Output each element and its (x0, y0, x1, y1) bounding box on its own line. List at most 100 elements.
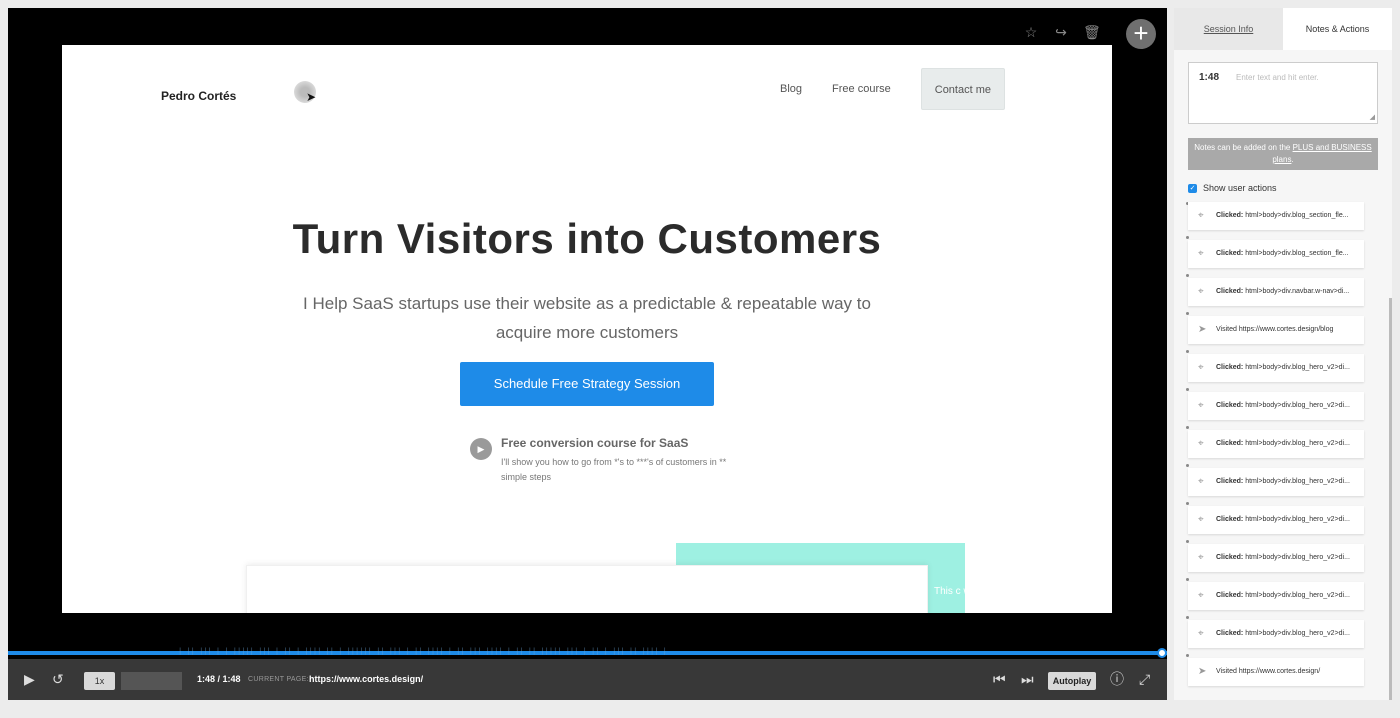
list-item[interactable]: ⌖ Clicked: html>body>div.blog_section_fle… (1188, 240, 1364, 268)
click-icon: ⌖ (1198, 514, 1204, 525)
list-item[interactable]: ⌖ Clicked: html>body>div.blog_hero_v2>di.… (1188, 620, 1364, 648)
player-controls: ▶ ↺ 1x 1:48 / 1:48 CURRENT PAGE: https:/… (8, 659, 1167, 700)
nav-blog-link[interactable]: Blog (780, 68, 802, 110)
action-text: html>body>div.blog_hero_v2>di... (1245, 592, 1350, 599)
timeline-dot (1186, 274, 1189, 277)
click-icon: ⌖ (1198, 552, 1204, 563)
list-item[interactable]: ⌖ Clicked: html>body>div.blog_hero_v2>di.… (1188, 430, 1364, 458)
timeline-dot (1186, 540, 1189, 543)
timeline-dot (1186, 312, 1189, 315)
hero-subtitle: I Help SaaS startups use their website a… (303, 294, 871, 342)
click-icon: ⌖ (1198, 628, 1204, 639)
list-item[interactable]: ⌖ Clicked: html>body>div.blog_hero_v2>di.… (1188, 354, 1364, 382)
timeline-dot (1186, 236, 1189, 239)
action-text: html>body>div.blog_hero_v2>di... (1245, 630, 1350, 637)
recorded-page-frame: Pedro Cortés ➤ Blog Free course Contact … (62, 45, 1112, 613)
play-icon[interactable]: ▶ (24, 659, 35, 700)
note-placeholder: Enter text and hit enter. (1236, 73, 1319, 82)
site-nav: Blog Free course Contact me (780, 68, 1005, 110)
action-text: html>body>div.blog_section_fle... (1245, 212, 1349, 219)
timeline-knob[interactable] (1157, 648, 1167, 658)
fullscreen-icon[interactable]: ⤢ (1139, 659, 1150, 700)
action-text: html>body>div.blog_hero_v2>di... (1245, 364, 1350, 371)
current-page-url[interactable]: https://www.cortes.design/ (309, 659, 423, 700)
site-brand[interactable]: Pedro Cortés (161, 89, 236, 103)
course-description: I'll show you how to go from *'s to ***'… (501, 457, 727, 482)
action-label: Clicked: (1216, 364, 1244, 371)
click-icon: ⌖ (1198, 248, 1204, 259)
list-item[interactable]: ⌖ Clicked: html>body>div.navbar.w-nav>di.… (1188, 278, 1364, 306)
action-text: html>body>div.blog_hero_v2>di... (1245, 554, 1350, 561)
list-item[interactable]: ⌖ Clicked: html>body>div.blog_section_fle… (1188, 202, 1364, 230)
add-icon[interactable]: + (1126, 19, 1156, 49)
nav-contact-button[interactable]: Contact me (920, 68, 1005, 110)
list-item[interactable]: ➤ Visited https://www.cortes.design/ (1188, 658, 1364, 686)
list-item[interactable]: ⌖ Clicked: html>body>div.blog_hero_v2>di.… (1188, 506, 1364, 534)
time-readout: 1:48 / 1:48 (197, 674, 241, 684)
star-icon[interactable]: ☆ (1023, 24, 1039, 40)
action-label: Clicked: (1216, 478, 1244, 485)
action-text: html>body>div.blog_hero_v2>di... (1245, 478, 1350, 485)
timeline-dot (1186, 426, 1189, 429)
trash-icon[interactable]: 🗑 (1083, 24, 1101, 40)
navigate-icon: ➤ (1198, 324, 1207, 335)
checkbox-checked-icon[interactable]: ✓ (1188, 183, 1197, 193)
show-user-actions-label: Show user actions (1203, 183, 1277, 193)
nav-free-course-link[interactable]: Free course (832, 68, 891, 110)
session-player: ☆ ↪ 🗑 + Pedro Cortés ➤ Blog Free course … (8, 8, 1167, 700)
hero-title: Turn Visitors into Customers (292, 215, 882, 262)
click-icon: ⌖ (1198, 400, 1204, 411)
previous-page-icon[interactable]: ⏮ (993, 659, 1006, 700)
action-text: html>body>div.navbar.w-nav>di... (1245, 288, 1350, 295)
rewind-10-icon[interactable]: ↺ (52, 659, 64, 700)
list-item[interactable]: ⌖ Clicked: html>body>div.blog_hero_v2>di.… (1188, 392, 1364, 420)
timeline-dot (1186, 464, 1189, 467)
share-icon[interactable]: ↪ (1053, 24, 1069, 40)
tab-notes-actions[interactable]: Notes & Actions (1283, 8, 1392, 50)
action-text: html>body>div.blog_hero_v2>di... (1245, 440, 1350, 447)
action-label: Clicked: (1216, 630, 1244, 637)
action-text: Visited https://www.cortes.design/blog (1216, 326, 1334, 333)
schedule-session-button[interactable]: Schedule Free Strategy Session (460, 362, 714, 406)
timeline-dot (1186, 350, 1189, 353)
play-circle-icon[interactable]: ▶ (470, 438, 492, 460)
current-page-label: CURRENT PAGE: (248, 676, 309, 683)
action-label: Clicked: (1216, 516, 1244, 523)
action-label: Clicked: (1216, 592, 1244, 599)
resize-grip-icon[interactable]: ◢ (1370, 113, 1375, 121)
timeline-dot (1186, 388, 1189, 391)
timeline-dot (1186, 616, 1189, 619)
skip-inactivity-toggle[interactable] (121, 672, 182, 690)
show-user-actions[interactable]: ✓ Show user actions (1188, 183, 1277, 193)
action-label: Clicked: (1216, 288, 1244, 295)
teal-block-text: This c within (934, 586, 974, 597)
user-actions-list: ⌖ Clicked: html>body>div.blog_section_fle… (1174, 198, 1392, 700)
click-icon: ⌖ (1198, 362, 1204, 373)
info-icon[interactable]: ⓘ (1110, 659, 1124, 700)
side-panel: Session Info Notes & Actions 1:48 Enter … (1174, 8, 1392, 700)
actions-scrollbar[interactable] (1389, 298, 1392, 700)
autoplay-button[interactable]: Autoplay (1048, 672, 1096, 690)
course-title: Free conversion course for SaaS (501, 436, 689, 450)
speed-button[interactable]: 1x (84, 672, 115, 690)
click-icon: ⌖ (1198, 438, 1204, 449)
action-label: Clicked: (1216, 440, 1244, 447)
tab-session-info[interactable]: Session Info (1174, 8, 1283, 50)
cursor-icon: ➤ (306, 90, 317, 104)
action-label: Clicked: (1216, 554, 1244, 561)
navigate-icon: ➤ (1198, 666, 1207, 677)
list-item[interactable]: ➤ Visited https://www.cortes.design/blog (1188, 316, 1364, 344)
timeline-dot (1186, 578, 1189, 581)
click-icon: ⌖ (1198, 476, 1204, 487)
list-item[interactable]: ⌖ Clicked: html>body>div.blog_hero_v2>di.… (1188, 582, 1364, 610)
action-text: Visited https://www.cortes.design/ (1216, 668, 1321, 675)
click-icon: ⌖ (1198, 590, 1204, 601)
list-item[interactable]: ⌖ Clicked: html>body>div.blog_hero_v2>di.… (1188, 544, 1364, 572)
list-item[interactable]: ⌖ Clicked: html>body>div.blog_hero_v2>di.… (1188, 468, 1364, 496)
action-label: Clicked: (1216, 402, 1244, 409)
note-input[interactable]: 1:48 Enter text and hit enter. ◢ (1188, 62, 1378, 124)
timeline-activity-marks: | || ||| | | ||||| ||| | || | |||| || | … (178, 647, 667, 655)
next-page-icon[interactable]: ⏭ (1021, 659, 1034, 700)
content-card (246, 565, 928, 613)
action-text: html>body>div.blog_hero_v2>di... (1245, 402, 1350, 409)
